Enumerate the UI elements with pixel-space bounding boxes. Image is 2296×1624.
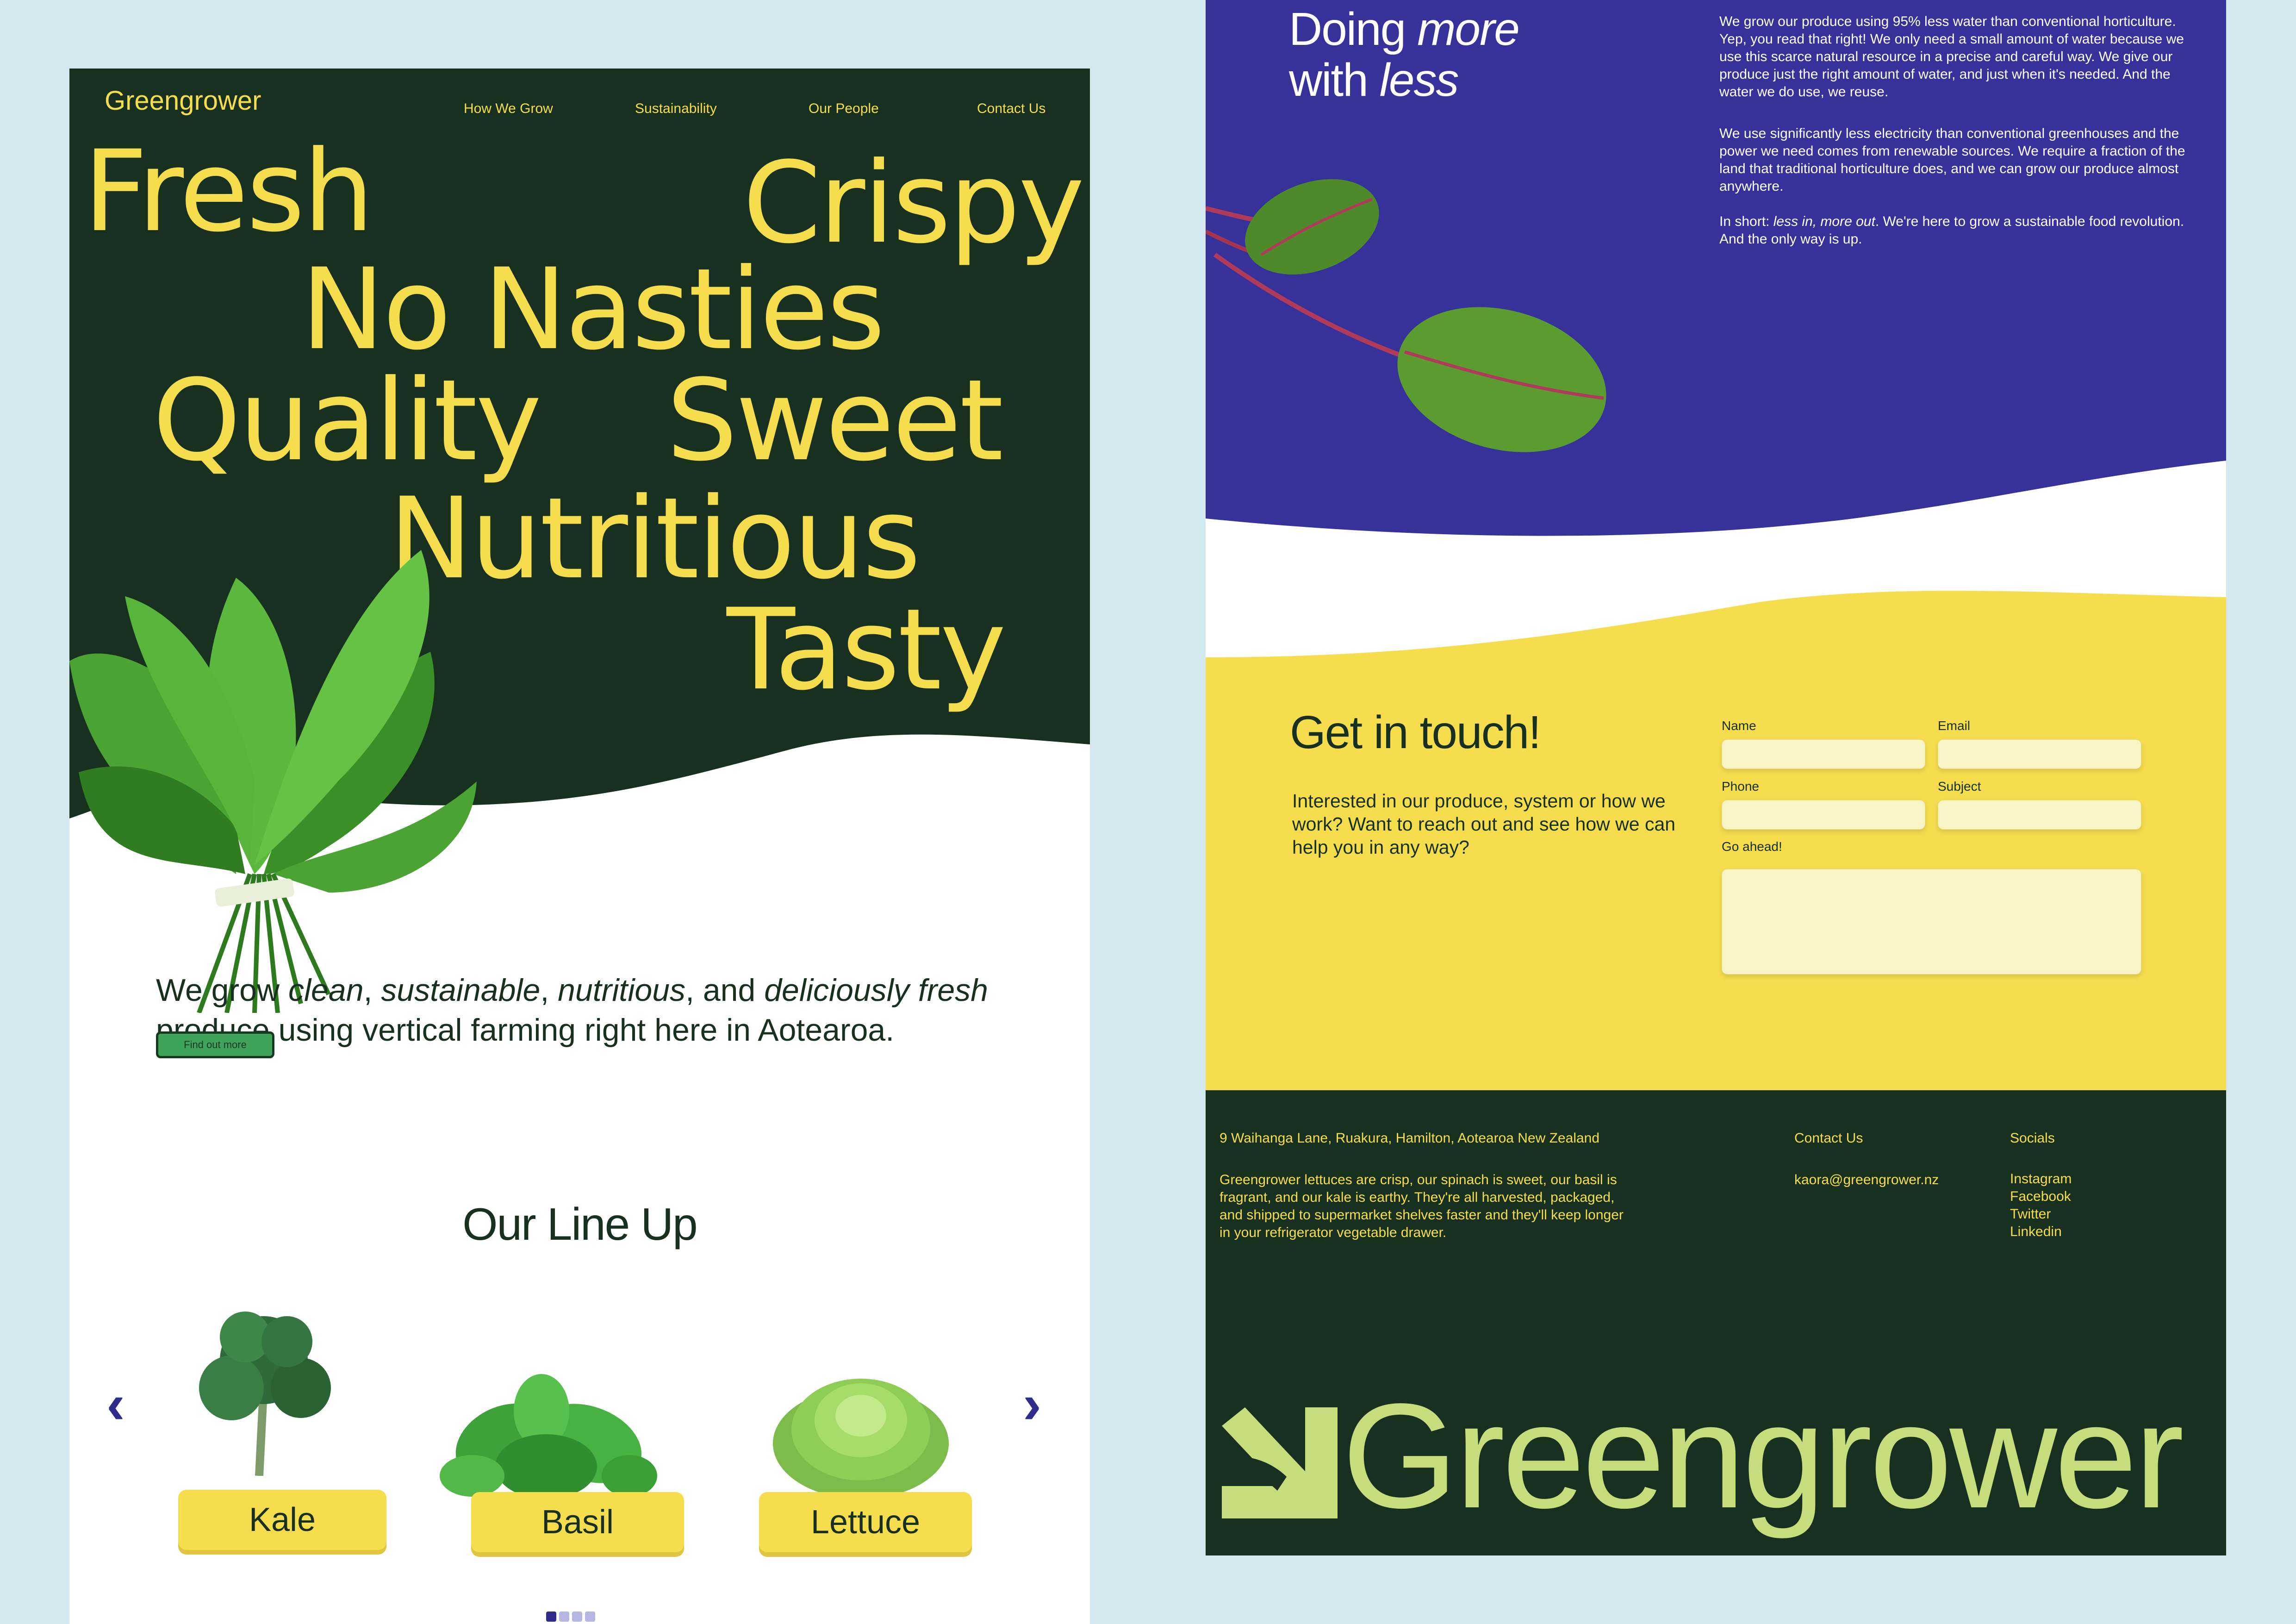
subject-field[interactable] bbox=[1938, 800, 2141, 830]
intro-emphasis: nutritious bbox=[558, 973, 686, 1008]
nav-sustainability[interactable]: Sustainability bbox=[635, 101, 717, 117]
title-part: with bbox=[1289, 54, 1380, 106]
nav-how-we-grow[interactable]: How We Grow bbox=[464, 101, 553, 117]
title-emphasis: more bbox=[1417, 3, 1520, 55]
sustainability-contact-page: Doing more with less We grow our produce… bbox=[1206, 0, 2226, 1555]
product-label-basil[interactable]: Basil bbox=[471, 1492, 684, 1552]
lettuce-image bbox=[773, 1379, 949, 1499]
hero-word-fresh: Fresh bbox=[83, 126, 374, 257]
electricity-paragraph: We use significantly less electricity th… bbox=[1719, 126, 2185, 194]
get-in-touch-title: Get in touch! bbox=[1290, 706, 1541, 758]
find-out-more-button[interactable]: Find out more bbox=[156, 1031, 274, 1058]
title-emphasis: less bbox=[1379, 54, 1459, 106]
intro-emphasis: deliciously fresh bbox=[764, 973, 988, 1008]
doing-more-title: Doing more with less bbox=[1289, 3, 1520, 106]
chard-image bbox=[1206, 179, 1606, 452]
lineup-title: Our Line Up bbox=[462, 1199, 697, 1249]
intro-text: We grow clean, sustainable, nutritious, … bbox=[156, 970, 1058, 1050]
chevron-left-icon[interactable]: ‹ bbox=[93, 1372, 139, 1437]
message-field[interactable] bbox=[1722, 869, 2141, 974]
social-linkedin-link[interactable]: Linkedin bbox=[2010, 1223, 2062, 1241]
kale-image bbox=[199, 1312, 331, 1476]
chevron-right-icon[interactable]: › bbox=[1009, 1372, 1055, 1437]
pager-dot[interactable] bbox=[559, 1612, 569, 1622]
intro-part: , bbox=[363, 973, 381, 1008]
brand-logo-text[interactable]: Greengrower bbox=[105, 85, 261, 116]
social-instagram-link[interactable]: Instagram bbox=[2010, 1170, 2072, 1188]
hero-word-no-nasties: No Nasties bbox=[301, 244, 885, 375]
water-paragraph: We grow our produce using 95% less water… bbox=[1719, 14, 2184, 100]
hero-word-quality: Quality bbox=[153, 356, 542, 486]
name-label: Name bbox=[1722, 718, 1756, 733]
hero-word-sweet: Sweet bbox=[666, 356, 1003, 486]
summary-part: In short: bbox=[1719, 214, 1773, 229]
hero-word-crispy: Crispy bbox=[743, 138, 1085, 269]
footer-big-brand: Greengrower bbox=[1342, 1373, 2184, 1539]
footer-about: Greengrower lettuces are crisp, our spin… bbox=[1220, 1172, 1624, 1240]
intro-emphasis: sustainable bbox=[381, 973, 541, 1008]
pager-dot[interactable] bbox=[572, 1612, 582, 1622]
name-field[interactable] bbox=[1722, 739, 1925, 769]
basil-image bbox=[440, 1374, 657, 1499]
intro-part: , bbox=[540, 973, 558, 1008]
product-label-lettuce[interactable]: Lettuce bbox=[759, 1492, 972, 1552]
footer-address: 9 Waihanga Lane, Ruakura, Hamilton, Aote… bbox=[1220, 1131, 1600, 1146]
subject-label: Subject bbox=[1938, 779, 1981, 793]
intro-part: , and bbox=[685, 973, 765, 1008]
intro-emphasis: clean bbox=[288, 973, 364, 1008]
phone-label: Phone bbox=[1722, 779, 1759, 793]
email-field[interactable] bbox=[1938, 739, 2141, 769]
footer-socials-heading: Socials bbox=[2010, 1131, 2055, 1146]
nav-our-people[interactable]: Our People bbox=[809, 101, 879, 117]
product-label-kale[interactable]: Kale bbox=[178, 1490, 386, 1550]
phone-field[interactable] bbox=[1722, 800, 1925, 830]
pager-dot-active[interactable] bbox=[546, 1612, 556, 1622]
social-facebook-link[interactable]: Facebook bbox=[2010, 1188, 2071, 1206]
footer-email-link[interactable]: kaora@greengrower.nz bbox=[1794, 1171, 1939, 1189]
message-label: Go ahead! bbox=[1722, 839, 1782, 854]
summary-emphasis: less in, more out bbox=[1773, 214, 1875, 229]
arrow-leaf-logo-icon bbox=[1222, 1407, 1338, 1518]
nav-contact-us[interactable]: Contact Us bbox=[977, 101, 1045, 117]
get-in-touch-text: Interested in our produce, system or how… bbox=[1292, 790, 1676, 858]
summary-paragraph: In short: less in, more out. We're here … bbox=[1719, 213, 2187, 248]
social-twitter-link[interactable]: Twitter bbox=[2010, 1206, 2051, 1223]
title-part: Doing bbox=[1289, 3, 1418, 55]
home-page: Greengrower How We Grow Sustainability O… bbox=[69, 69, 1090, 1624]
spinach-image bbox=[69, 550, 477, 1013]
intro-part: We grow bbox=[156, 973, 288, 1008]
footer-contact-heading: Contact Us bbox=[1794, 1131, 1863, 1146]
pager-dot[interactable] bbox=[585, 1612, 595, 1622]
hero-word-tasty: Tasty bbox=[727, 585, 1006, 715]
email-label: Email bbox=[1938, 718, 1971, 733]
